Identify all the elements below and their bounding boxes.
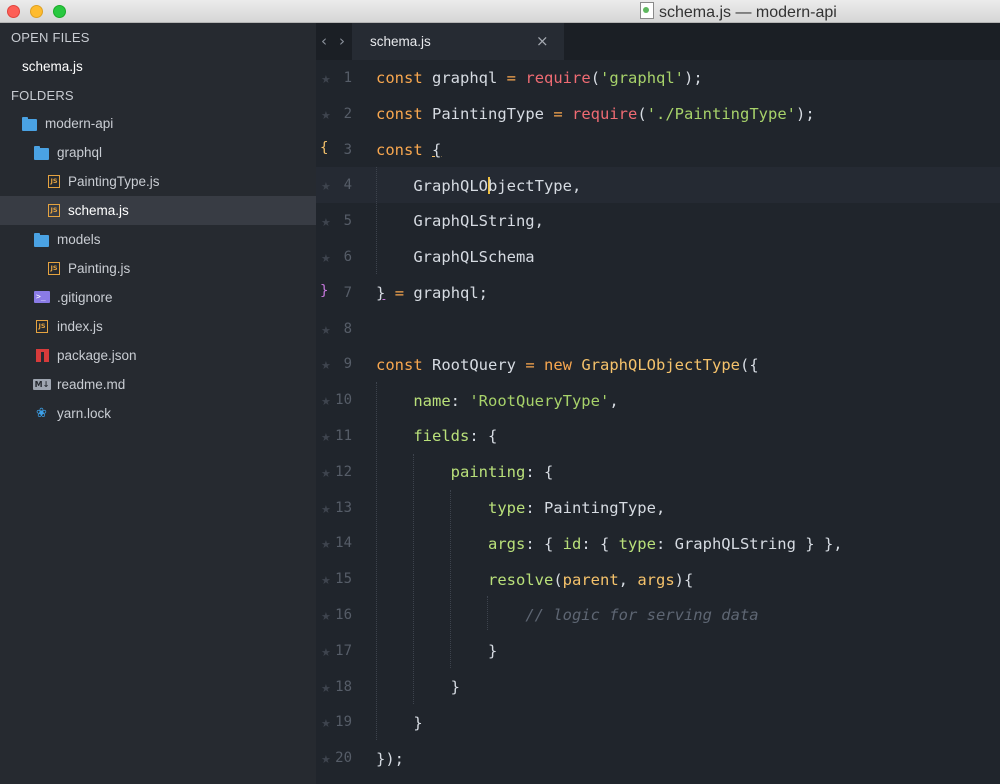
line-number: 11 xyxy=(335,428,352,444)
tree-item-label: index.js xyxy=(57,319,103,334)
close-tab-icon[interactable]: × xyxy=(536,32,549,50)
line-number: 7 xyxy=(343,284,352,301)
line-number: 8 xyxy=(343,320,352,337)
tree-item-label: Painting.js xyxy=(68,261,131,276)
line-number: 9 xyxy=(343,356,352,373)
window-title-text: schema.js — modern-api xyxy=(659,4,837,21)
tab-bar: ‹ › schema.js × xyxy=(316,23,1000,60)
tree-item-package-json[interactable]: package.json xyxy=(0,341,316,370)
code-line-1: const graphql = require('graphql'); xyxy=(376,69,703,87)
line-number: 15 xyxy=(335,571,352,588)
line-number: 18 xyxy=(335,678,352,695)
zoom-window-button[interactable] xyxy=(53,5,66,18)
terminal-file-icon: >_ xyxy=(34,291,50,303)
tree-item-index-js[interactable]: JS index.js xyxy=(0,312,316,341)
tree-item-label: yarn.lock xyxy=(57,406,112,421)
code-line-13: type: PaintingType, xyxy=(487,499,666,517)
line-number: 6 xyxy=(343,249,352,265)
folder-icon xyxy=(34,233,49,247)
tree-item-gitignore[interactable]: >_ .gitignore xyxy=(0,283,316,312)
line-number: 19 xyxy=(335,714,352,731)
tree-item-label: modern-api xyxy=(45,116,114,131)
code-line-18: } xyxy=(376,678,460,696)
tree-item-label: graphql xyxy=(57,145,103,160)
tree-item-label: .gitignore xyxy=(57,290,113,305)
close-window-button[interactable] xyxy=(7,5,20,18)
document-icon xyxy=(640,2,654,19)
minimize-window-button[interactable] xyxy=(30,5,43,18)
line-number: 10 xyxy=(335,392,352,409)
forward-arrow-icon[interactable]: › xyxy=(339,32,345,50)
tree-item-label: readme.md xyxy=(57,377,126,392)
back-arrow-icon[interactable]: ‹ xyxy=(321,32,327,50)
npm-package-icon xyxy=(36,349,49,362)
code-line-7: } = graphql; xyxy=(376,284,489,302)
sidebar: OPEN FILES schema.js FOLDERS modern-api … xyxy=(0,23,316,784)
title-bar: schema.js — modern-api xyxy=(0,0,1000,23)
tab-schema-js[interactable]: schema.js × xyxy=(352,23,564,60)
line-number: 20 xyxy=(335,750,352,767)
code-line-3: const { xyxy=(376,141,442,159)
code-line-4: GraphQLObjectType, xyxy=(376,177,582,195)
tree-item-painting-js[interactable]: JS Painting.js xyxy=(0,254,316,283)
code-line-20: }); xyxy=(376,750,404,768)
tree-item-label: models xyxy=(57,232,101,247)
line-number: 4 xyxy=(343,177,352,194)
open-file-label: schema.js xyxy=(22,59,83,74)
tree-item-label: package.json xyxy=(57,348,137,363)
code-line-16: // logic for serving data xyxy=(525,606,759,624)
folder-icon xyxy=(22,117,37,131)
tree-item-schema-js[interactable]: JS schema.js xyxy=(0,196,316,225)
tree-item-label: schema.js xyxy=(68,203,129,218)
code-line-6: GraphQLSchema xyxy=(376,248,535,266)
code-line-15: resolve(parent, args){ xyxy=(487,571,694,589)
line-number: 1 xyxy=(343,70,352,86)
folder-icon xyxy=(34,146,49,160)
line-number: 3 xyxy=(343,141,352,158)
yarn-icon: ❀ xyxy=(36,405,47,420)
code-line-17: } xyxy=(376,642,498,660)
code-line-5: GraphQLString, xyxy=(376,212,544,230)
tree-item-yarn-lock[interactable]: ❀ yarn.lock xyxy=(0,399,316,428)
code-line-10: name: 'RootQueryType', xyxy=(413,392,619,410)
tree-item-models[interactable]: models xyxy=(0,225,316,254)
open-file-item[interactable]: schema.js xyxy=(0,52,316,81)
open-files-header: OPEN FILES xyxy=(11,30,90,45)
code-line-14: args: { id: { type: GraphQLString } }, xyxy=(487,535,843,553)
line-number: 17 xyxy=(335,642,352,659)
tree-item-label: PaintingType.js xyxy=(68,174,160,189)
tree-item-paintingtype-js[interactable]: JS PaintingType.js xyxy=(0,167,316,196)
line-number: 5 xyxy=(343,213,352,230)
folders-header: FOLDERS xyxy=(11,88,74,103)
line-number: 2 xyxy=(343,105,352,122)
code-line-12: painting: { xyxy=(450,463,554,481)
js-file-icon: JS xyxy=(48,204,60,217)
js-file-icon: JS xyxy=(48,262,60,275)
js-file-icon: JS xyxy=(36,320,48,333)
window-title: schema.js — modern-api xyxy=(640,2,837,22)
tab-label: schema.js xyxy=(370,34,431,49)
code-line-9: const RootQuery = new GraphQLObjectType(… xyxy=(376,356,759,374)
code-line-2: const PaintingType = require('./Painting… xyxy=(376,105,815,123)
code-editor[interactable]: { } ★1★2★3★4★5★6★7★8★9★10★11★12★13★14★15… xyxy=(316,60,1000,784)
tree-item-readme-md[interactable]: M↓ readme.md xyxy=(0,370,316,399)
line-number: 14 xyxy=(335,535,352,552)
line-number: 12 xyxy=(335,463,352,480)
tree-item-modern-api[interactable]: modern-api xyxy=(0,109,316,138)
tree-item-graphql[interactable]: graphql xyxy=(0,138,316,167)
markdown-icon: M↓ xyxy=(33,379,51,390)
line-number: 16 xyxy=(335,607,352,623)
code-line-19: } xyxy=(376,714,423,732)
line-number: 13 xyxy=(335,499,352,516)
js-file-icon: JS xyxy=(48,175,60,188)
code-line-11: fields: { xyxy=(413,427,498,445)
text-cursor xyxy=(487,177,490,194)
